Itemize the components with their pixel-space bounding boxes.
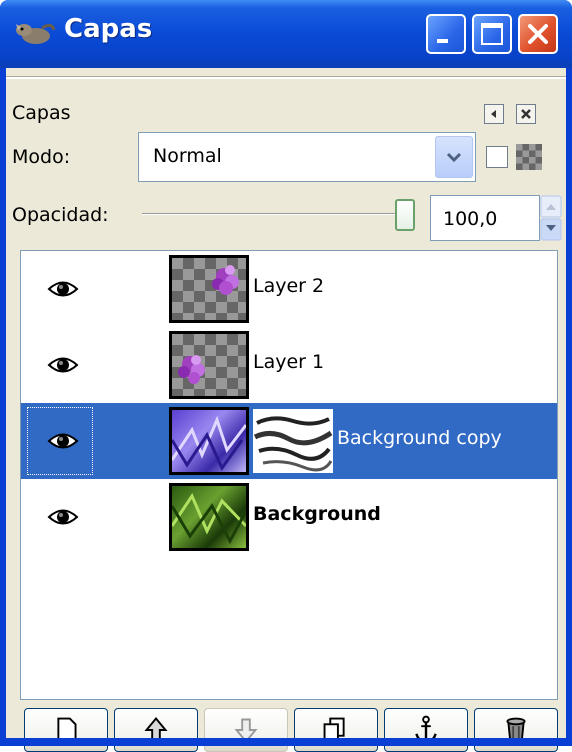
visibility-eye-icon[interactable]: [47, 430, 79, 452]
purple-foliage-image: [172, 415, 246, 471]
triangle-left-icon: [491, 110, 496, 118]
opacity-spinner[interactable]: [540, 195, 562, 241]
minimize-button[interactable]: [426, 14, 466, 54]
maximize-button[interactable]: [472, 14, 512, 54]
layer-row[interactable]: Layer 2: [21, 251, 557, 327]
layer-row[interactable]: Layer 1: [21, 327, 557, 403]
mode-dropdown[interactable]: Normal: [138, 132, 476, 182]
panel-menu-button[interactable]: [484, 104, 504, 124]
title-bar[interactable]: Capas: [0, 0, 572, 68]
layer-name: Layer 1: [253, 351, 325, 373]
layer-thumbnail: [169, 255, 249, 323]
minimize-icon: [437, 39, 448, 43]
flower-image: [178, 355, 205, 384]
flower-image: [212, 265, 239, 295]
opacity-input[interactable]: 100,0: [430, 195, 540, 241]
layer-thumbnail: [169, 331, 249, 399]
opacity-slider-track[interactable]: [142, 213, 404, 215]
mode-label: Modo:: [12, 146, 71, 168]
close-window-button[interactable]: [518, 14, 558, 54]
panel-label: Capas: [12, 102, 71, 124]
layer-list: Layer 2 Layer 1 Background copy Backgrou…: [20, 250, 558, 700]
mode-value: Normal: [153, 145, 222, 167]
layer-thumbnail: [169, 483, 249, 551]
gimp-wilber-icon: [16, 23, 56, 44]
dropdown-button[interactable]: [435, 136, 473, 178]
transparency-icon: [516, 144, 542, 170]
panel-close-button[interactable]: [516, 104, 536, 124]
layer-name: Layer 2: [253, 275, 325, 297]
maximize-icon: [481, 23, 503, 45]
opacity-slider-thumb[interactable]: [395, 199, 415, 231]
window-border-bottom: [0, 738, 572, 746]
separator: [6, 76, 566, 79]
close-icon: [521, 109, 531, 119]
visibility-eye-icon[interactable]: [47, 278, 79, 300]
visibility-eye-icon[interactable]: [47, 354, 79, 376]
opacity-value: 100,0: [443, 208, 498, 230]
preserve-transparency-checkbox[interactable]: [486, 146, 508, 168]
dialog-body: Capas Modo: Normal Opacidad: 100,0 Layer…: [6, 68, 566, 752]
mask-image: [253, 416, 333, 472]
layer-name: Background copy: [337, 427, 502, 449]
close-icon: [528, 24, 548, 44]
layer-row-selected[interactable]: Background copy: [21, 403, 557, 479]
spin-arrows-icon: [540, 195, 562, 241]
layer-row[interactable]: Background: [21, 479, 557, 555]
layers-window: Capas Capas Modo: Normal Opacidad: 100,0…: [0, 0, 572, 752]
opacity-label: Opacidad:: [12, 204, 109, 226]
chevron-down-icon: [446, 152, 462, 163]
window-title: Capas: [64, 14, 153, 44]
layer-name: Background: [253, 503, 381, 525]
visibility-eye-icon[interactable]: [47, 506, 79, 528]
layer-thumbnail: [169, 407, 249, 475]
layer-mask-thumbnail[interactable]: [253, 409, 333, 473]
green-foliage-image: [172, 492, 246, 545]
